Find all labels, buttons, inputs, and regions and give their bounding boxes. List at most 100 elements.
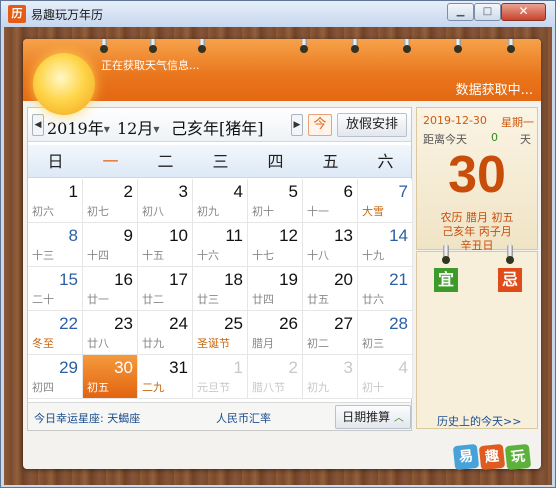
close-button[interactable]: ✕ <box>501 3 546 21</box>
weekday-label: 四 <box>267 152 284 171</box>
day-cell[interactable]: 5 初十 <box>248 179 303 223</box>
binder-ring-icon <box>403 39 411 53</box>
day-number: 16 <box>114 270 133 289</box>
lunar-label: 初四 <box>32 381 54 394</box>
binder-clip-icon <box>506 244 514 264</box>
day-cell[interactable]: 10 十五 <box>138 223 193 267</box>
lunar-label: 初三 <box>362 337 384 350</box>
history-today-link[interactable]: 历史上的今天>> <box>437 413 521 429</box>
month-selector[interactable]: 12月▼ <box>117 115 160 139</box>
lunar-label: 大雪 <box>362 205 384 218</box>
day-cell[interactable]: 2 腊八节 <box>248 355 303 399</box>
day-cell[interactable]: 8 十三 <box>28 223 83 267</box>
day-cell[interactable]: 16 廿一 <box>83 267 138 311</box>
calendar-footer: 今日幸运星座: 天蝎座 人民币汇率 日期推算 ︿ <box>28 402 411 430</box>
day-cell[interactable]: 17 廿二 <box>138 267 193 311</box>
day-cell[interactable]: 15 二十 <box>28 267 83 311</box>
day-number: 30 <box>114 358 133 377</box>
title-bar[interactable]: 历 易趣玩万年历 ▁ □ ✕ <box>1 1 555 27</box>
day-number: 11 <box>225 226 243 245</box>
lunar-label: 元旦节 <box>197 381 230 394</box>
day-cell[interactable]: 3 初九 <box>303 355 358 399</box>
day-cell[interactable]: 9 十四 <box>83 223 138 267</box>
day-cell[interactable]: 13 十八 <box>303 223 358 267</box>
day-cell[interactable]: 29 初四 <box>28 355 83 399</box>
chevron-down-icon: ▼ <box>103 125 110 134</box>
day-cell[interactable]: 24 廿九 <box>138 311 193 355</box>
day-cell[interactable]: 14 十九 <box>358 223 413 267</box>
day-cell[interactable]: 27 初二 <box>303 311 358 355</box>
day-number: 14 <box>389 226 408 245</box>
minimize-button[interactable]: ▁ <box>447 3 474 21</box>
logo-char: 玩 <box>504 443 532 471</box>
lunar-label: 廿九 <box>142 337 164 350</box>
lunar-label: 冬至 <box>32 337 54 350</box>
day-number: 3 <box>178 182 188 201</box>
yi-ji-card: 宜 忌 <box>416 244 538 429</box>
day-cell[interactable]: 26 腊月 <box>248 311 303 355</box>
day-cell[interactable]: 25 圣诞节 <box>193 311 248 355</box>
day-cell[interactable]: 11 十六 <box>193 223 248 267</box>
day-cell[interactable]: 22 冬至 <box>28 311 83 355</box>
lunar-label: 廿五 <box>307 293 329 306</box>
lunar-label: 廿六 <box>362 293 384 306</box>
data-status: 数据获取中... <box>455 83 533 98</box>
lunar-label: 廿八 <box>87 337 109 350</box>
day-number: 6 <box>343 182 353 201</box>
day-cell[interactable]: 4 初九 <box>193 179 248 223</box>
lunar-label: 十五 <box>142 249 164 262</box>
binder-ring-icon <box>198 39 206 53</box>
day-cell[interactable]: 31 二九 <box>138 355 193 399</box>
lunar-label: 初五 <box>87 381 109 394</box>
prev-month-button[interactable]: ◀ <box>32 114 44 136</box>
lunar-label: 初八 <box>142 205 164 218</box>
binder-ring-icon <box>149 39 157 53</box>
ganzhi-year-label: 己亥年[猪年] <box>171 119 264 138</box>
month-navigation: ◀ 2019年▼ 12月▼ 己亥年[猪年] ▶ 今 放假安排 <box>28 108 411 142</box>
today-button[interactable]: 今 <box>308 114 332 136</box>
lunar-label: 十七 <box>252 249 274 262</box>
day-number: 29 <box>59 358 78 377</box>
day-number: 3 <box>343 358 353 377</box>
selected-weekday: 星期一 <box>501 116 534 129</box>
holiday-schedule-button[interactable]: 放假安排 <box>337 113 407 137</box>
day-cell[interactable]: 3 初八 <box>138 179 193 223</box>
date-calc-button[interactable]: 日期推算 ︿ <box>335 405 411 429</box>
day-cell[interactable]: 1 元旦节 <box>193 355 248 399</box>
day-number: 2 <box>288 358 298 377</box>
month-calendar: ◀ 2019年▼ 12月▼ 己亥年[猪年] ▶ 今 放假安排 日 一 二 三 四… <box>27 107 413 431</box>
day-number: 4 <box>233 182 243 201</box>
day-cell[interactable]: 4 初十 <box>358 355 413 399</box>
day-cell[interactable]: 18 廿三 <box>193 267 248 311</box>
day-cell[interactable]: 19 廿四 <box>248 267 303 311</box>
day-cell[interactable]: 12 十七 <box>248 223 303 267</box>
day-cell[interactable]: 21 廿六 <box>358 267 413 311</box>
lunar-label: 初二 <box>307 337 329 350</box>
day-cell[interactable]: 23 廿八 <box>83 311 138 355</box>
lunar-label: 初六 <box>32 205 54 218</box>
year-selector[interactable]: 2019年▼ <box>47 115 110 139</box>
day-cell[interactable]: 7 大雪 <box>358 179 413 223</box>
day-number: 17 <box>169 270 188 289</box>
day-cell[interactable]: 28 初三 <box>358 311 413 355</box>
lunar-label: 初十 <box>362 381 384 394</box>
window-title: 易趣玩万年历 <box>31 8 104 22</box>
day-number: 20 <box>334 270 353 289</box>
day-cell[interactable]: 6 十一 <box>303 179 358 223</box>
day-cell[interactable]: 2 初七 <box>83 179 138 223</box>
day-cell[interactable]: 30 初五 <box>83 355 138 399</box>
brand-logo: 易趣玩 <box>452 443 540 471</box>
weekday-label: 六 <box>377 152 394 171</box>
lunar-label: 廿四 <box>252 293 274 306</box>
rmb-rate-link[interactable]: 人民币汇率 <box>216 410 271 426</box>
weather-status[interactable]: 正在获取天气信息... <box>101 57 200 73</box>
weekday-label: 五 <box>322 152 339 171</box>
maximize-button[interactable]: □ <box>474 3 501 21</box>
day-number: 15 <box>59 270 78 289</box>
year-value: 2019年 <box>47 119 104 138</box>
lunar-label: 二十 <box>32 293 54 306</box>
lucky-zodiac-link[interactable]: 今日幸运星座: 天蝎座 <box>34 410 140 426</box>
next-month-button[interactable]: ▶ <box>291 114 303 136</box>
day-cell[interactable]: 20 廿五 <box>303 267 358 311</box>
day-cell[interactable]: 1 初六 <box>28 179 83 223</box>
